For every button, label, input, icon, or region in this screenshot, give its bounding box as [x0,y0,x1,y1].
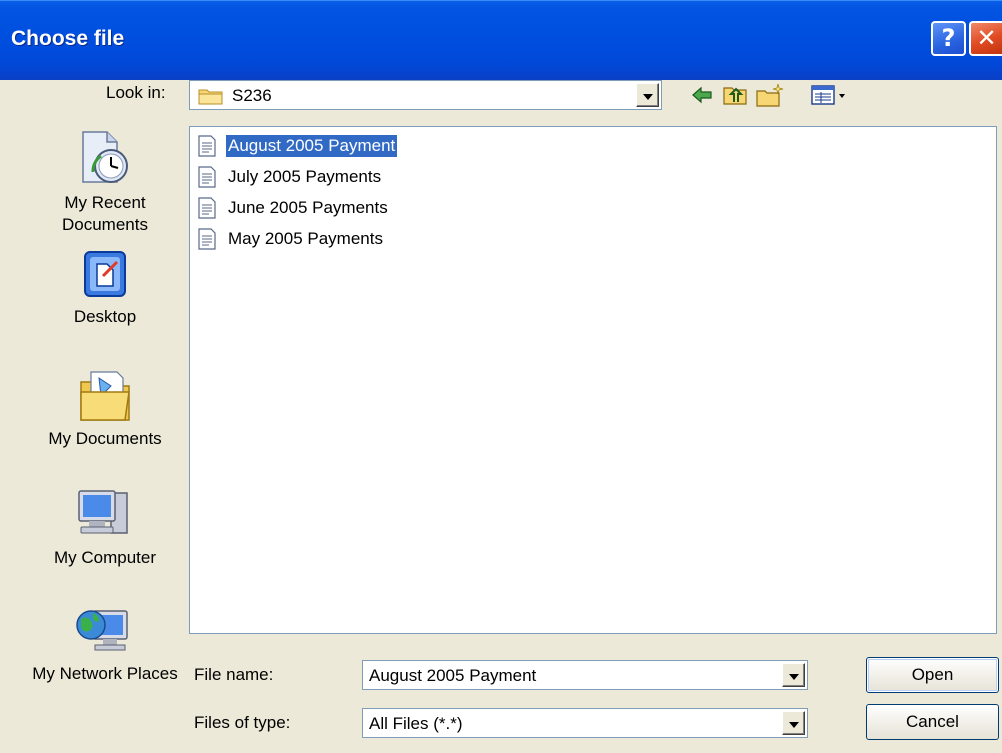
file-name: July 2005 Payments [228,167,382,186]
my-computer-icon [78,490,128,534]
look-in-value: S236 [232,86,272,105]
place-my-documents[interactable]: My Documents [30,368,180,450]
file-name-label: File name: [194,665,274,684]
desktop-icon [84,251,126,297]
text-document-icon [198,166,216,188]
network-places-icon [76,610,128,651]
text-document-icon [198,197,216,219]
window-title: Choose file [11,27,125,50]
file-type-label: Files of type: [194,713,291,732]
up-one-level-icon[interactable] [722,82,748,108]
help-button[interactable]: ? [931,21,966,56]
look-in-dropdown[interactable]: S236 [189,80,662,110]
file-name: June 2005 Payments [228,198,388,217]
folder-icon [198,89,223,105]
file-name: May 2005 Payments [228,229,383,248]
cancel-button[interactable]: Cancel [866,704,999,740]
file-type-value: All Files (*.*) [369,714,463,733]
file-name-input[interactable]: August 2005 Payment [362,660,808,690]
file-name-value: August 2005 Payment [369,666,537,685]
file-item[interactable]: July 2005 Payments [198,164,383,190]
file-name: August 2005 Payment [224,134,399,158]
open-button[interactable]: Open [866,657,999,693]
place-my-computer[interactable]: My Computer [30,487,180,569]
place-desktop[interactable]: Desktop [30,250,180,328]
help-icon: ? [941,24,956,52]
title-bar[interactable]: Choose file ? ✕ [0,0,1002,80]
place-label: My Computer [53,548,157,567]
place-label: My Network Places [32,664,178,683]
new-folder-icon[interactable] [755,82,785,108]
file-name-dropdown-button[interactable] [782,663,805,687]
place-my-recent-documents[interactable]: My Recent Documents [30,128,180,236]
place-label: Desktop [73,307,137,326]
my-documents-icon [80,371,130,421]
file-list[interactable]: August 2005 Payment July 2005 Payments J… [189,126,997,634]
recent-documents-icon [82,131,128,183]
look-in-label: Look in: [106,83,166,102]
file-item[interactable]: August 2005 Payment [198,133,399,159]
file-item[interactable]: June 2005 Payments [198,195,390,221]
text-document-icon [198,135,216,157]
back-arrow-icon[interactable] [690,82,714,108]
place-label: My Documents [48,429,162,448]
close-button[interactable]: ✕ [969,21,1002,56]
file-type-select[interactable]: All Files (*.*) [362,708,808,738]
view-menu-icon[interactable] [810,82,848,108]
file-type-dropdown-button[interactable] [782,711,805,735]
text-document-icon [198,228,216,250]
close-icon: ✕ [976,24,997,52]
place-label: My Recent Documents [62,193,148,234]
place-my-network-places[interactable]: My Network Places [30,603,180,685]
look-in-dropdown-button[interactable] [636,83,659,107]
file-item[interactable]: May 2005 Payments [198,226,385,252]
